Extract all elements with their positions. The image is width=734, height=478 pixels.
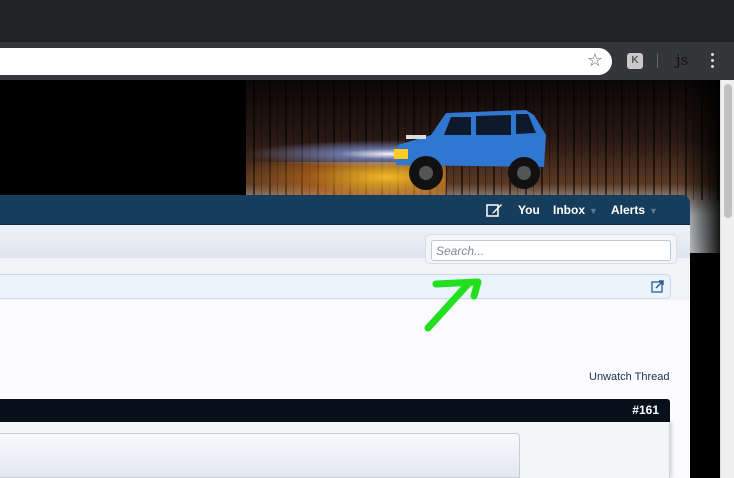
scrollbar-thumb[interactable] — [724, 84, 732, 218]
page-scrollbar[interactable] — [720, 80, 734, 478]
browser-menu-icon[interactable] — [704, 50, 720, 72]
post-header: #161 — [0, 399, 670, 422]
address-bar[interactable] — [0, 48, 612, 75]
nav-inbox-label: Inbox — [553, 203, 585, 217]
nav-inbox[interactable]: Inbox ▼ — [553, 195, 598, 225]
bookmark-star-icon[interactable]: ☆ — [583, 49, 607, 73]
nav-alerts-label: Alerts — [611, 203, 646, 217]
annotation-arrow-icon — [424, 278, 482, 332]
nav-alerts[interactable]: Alerts ▼ — [611, 195, 658, 225]
toolbar-divider — [657, 54, 658, 68]
jump-to-page-icon[interactable] — [651, 280, 664, 293]
search-box — [425, 234, 677, 264]
unwatch-thread-link[interactable]: Unwatch Thread — [589, 371, 670, 383]
breadcrumb — [0, 274, 671, 299]
browser-tab-strip — [0, 0, 734, 42]
search-input[interactable] — [431, 240, 671, 261]
alerts-dropdown-arrow-icon[interactable]: ▼ — [649, 206, 658, 216]
inbox-dropdown-arrow-icon[interactable]: ▼ — [589, 206, 598, 216]
top-navigation-bar: You Inbox ▼ Alerts ▼ — [0, 195, 690, 225]
extension-js-icon[interactable]: js — [672, 50, 692, 70]
extension-k-icon[interactable]: K — [627, 53, 643, 69]
post-message-box — [0, 433, 520, 478]
compose-icon[interactable] — [486, 202, 503, 218]
nav-you[interactable]: You — [518, 195, 540, 225]
post-number-link[interactable]: #161 — [632, 399, 659, 422]
truck-image — [394, 110, 546, 190]
